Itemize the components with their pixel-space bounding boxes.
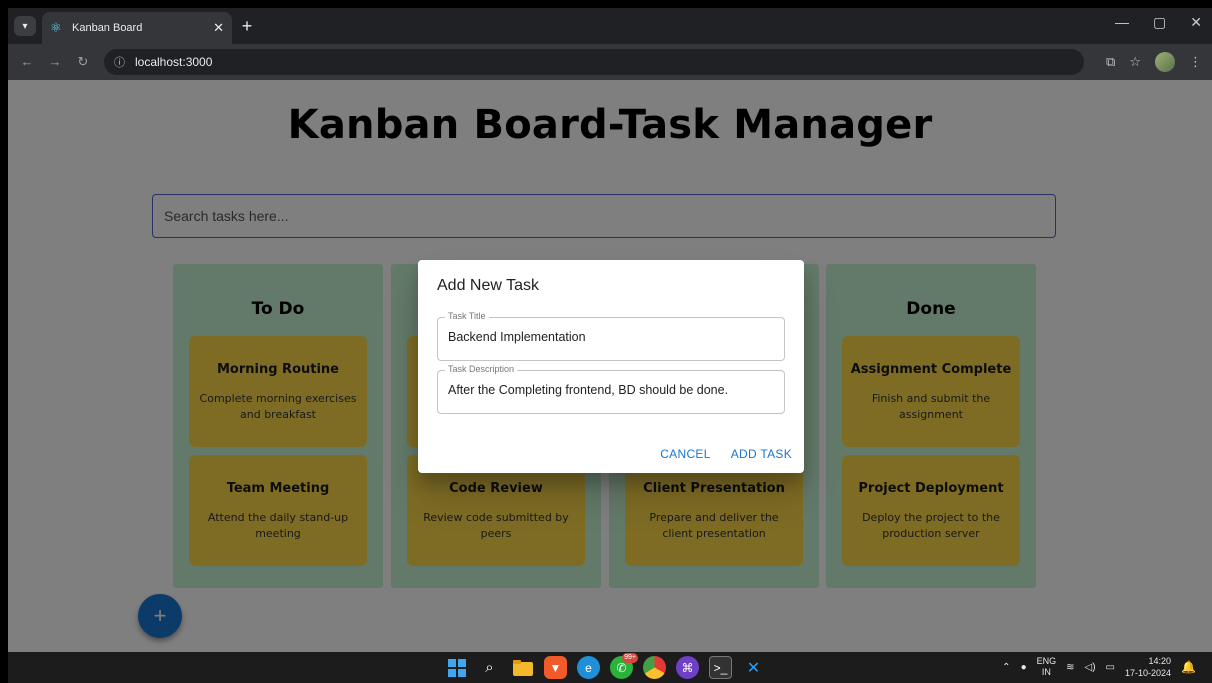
dialog-title: Add New Task (437, 277, 539, 294)
tab-search-button[interactable]: ▾ (14, 16, 36, 36)
dialog-actions: CANCEL ADD TASK (660, 447, 792, 461)
battery-icon[interactable]: ▭ (1106, 662, 1115, 673)
chrome-icon[interactable] (643, 656, 666, 679)
language-code: ENG (1036, 656, 1057, 666)
address-bar[interactable]: ⓘ localhost:3000 (104, 49, 1084, 75)
vscode-icon[interactable]: ✕ (742, 656, 765, 679)
site-info-icon[interactable]: ⓘ (114, 54, 125, 70)
clock-time: 14:20 (1148, 656, 1172, 666)
bookmark-star-icon[interactable]: ☆ (1129, 54, 1141, 70)
taskbar-apps: ⌕ ▼ e ✆ 99+ ⌘ >_ ✕ (445, 653, 765, 679)
close-window-button[interactable]: ✕ (1190, 14, 1202, 31)
task-description-field: Task Description (437, 364, 785, 414)
address-url: localhost:3000 (135, 55, 213, 69)
github-desktop-icon[interactable]: ⌘ (676, 656, 699, 679)
window-controls: — ▢ ✕ (1115, 14, 1202, 31)
restore-button[interactable]: ▢ (1153, 14, 1166, 31)
browser-tab[interactable]: ⚛ Kanban Board ✕ (42, 12, 232, 44)
search-icon[interactable]: ⌕ (478, 656, 501, 679)
browser-chrome: ▾ ⚛ Kanban Board ✕ + — ▢ ✕ ← → ↻ ⓘ local… (8, 8, 1212, 80)
cancel-button[interactable]: CANCEL (660, 447, 710, 461)
add-task-dialog: Add New Task Task Title Task Description… (418, 260, 804, 473)
file-explorer-icon[interactable] (511, 656, 534, 679)
react-icon: ⚛ (50, 20, 62, 35)
task-title-field: Task Title (437, 311, 785, 361)
add-task-button[interactable]: ADD TASK (731, 447, 792, 461)
forward-icon[interactable]: → (46, 53, 64, 71)
toolbar-actions: ⧉ ☆ ⋮ (1106, 52, 1202, 72)
install-app-icon[interactable]: ⧉ (1106, 54, 1115, 70)
clock-date: 17-10-2024 (1125, 668, 1172, 678)
profile-avatar[interactable] (1155, 52, 1175, 72)
language-indicator[interactable]: ENG IN (1037, 656, 1057, 678)
windows-start-icon[interactable] (445, 656, 468, 679)
task-description-label: Task Description (445, 364, 518, 374)
reload-icon[interactable]: ↻ (74, 53, 92, 71)
browser-toolbar: ← → ↻ ⓘ localhost:3000 ⧉ ☆ ⋮ (8, 44, 1212, 80)
wifi-icon[interactable]: ≋ (1066, 662, 1074, 673)
kebab-menu-icon[interactable]: ⋮ (1189, 54, 1202, 70)
tab-title: Kanban Board (72, 22, 143, 34)
system-tray: ⌃ ● ENG IN ≋ ◁) ▭ 14:20 17-10-2024 🔔 (1002, 655, 1196, 679)
notification-bell-icon[interactable]: 🔔 (1181, 660, 1196, 674)
tab-close-icon[interactable]: ✕ (213, 20, 224, 36)
defender-shield-icon[interactable]: ● (1021, 662, 1027, 673)
os-taskbar: ⌕ ▼ e ✆ 99+ ⌘ >_ ✕ ⌃ ● ENG IN ≋ ◁) ▭ 14:2… (8, 652, 1212, 683)
region-code: IN (1041, 667, 1051, 677)
terminal-icon[interactable]: >_ (709, 656, 732, 679)
back-icon[interactable]: ← (18, 53, 36, 71)
task-title-input[interactable] (448, 330, 774, 344)
task-description-input[interactable] (448, 383, 774, 397)
new-tab-button[interactable]: + (236, 16, 258, 38)
brave-browser-icon[interactable]: ▼ (544, 656, 567, 679)
volume-icon[interactable]: ◁) (1085, 662, 1096, 673)
tab-strip: ▾ ⚛ Kanban Board ✕ + — ▢ ✕ (8, 8, 1212, 44)
whatsapp-badge: 99+ (622, 653, 638, 663)
clock[interactable]: 14:20 17-10-2024 (1125, 655, 1171, 679)
page-viewport: Kanban Board-Task Manager To Do Morning … (8, 80, 1212, 652)
minimize-button[interactable]: — (1115, 14, 1129, 31)
whatsapp-icon[interactable]: ✆ 99+ (610, 653, 638, 679)
task-title-label: Task Title (445, 311, 489, 321)
chevron-up-icon[interactable]: ⌃ (1002, 662, 1010, 673)
edge-browser-icon[interactable]: e (577, 656, 600, 679)
